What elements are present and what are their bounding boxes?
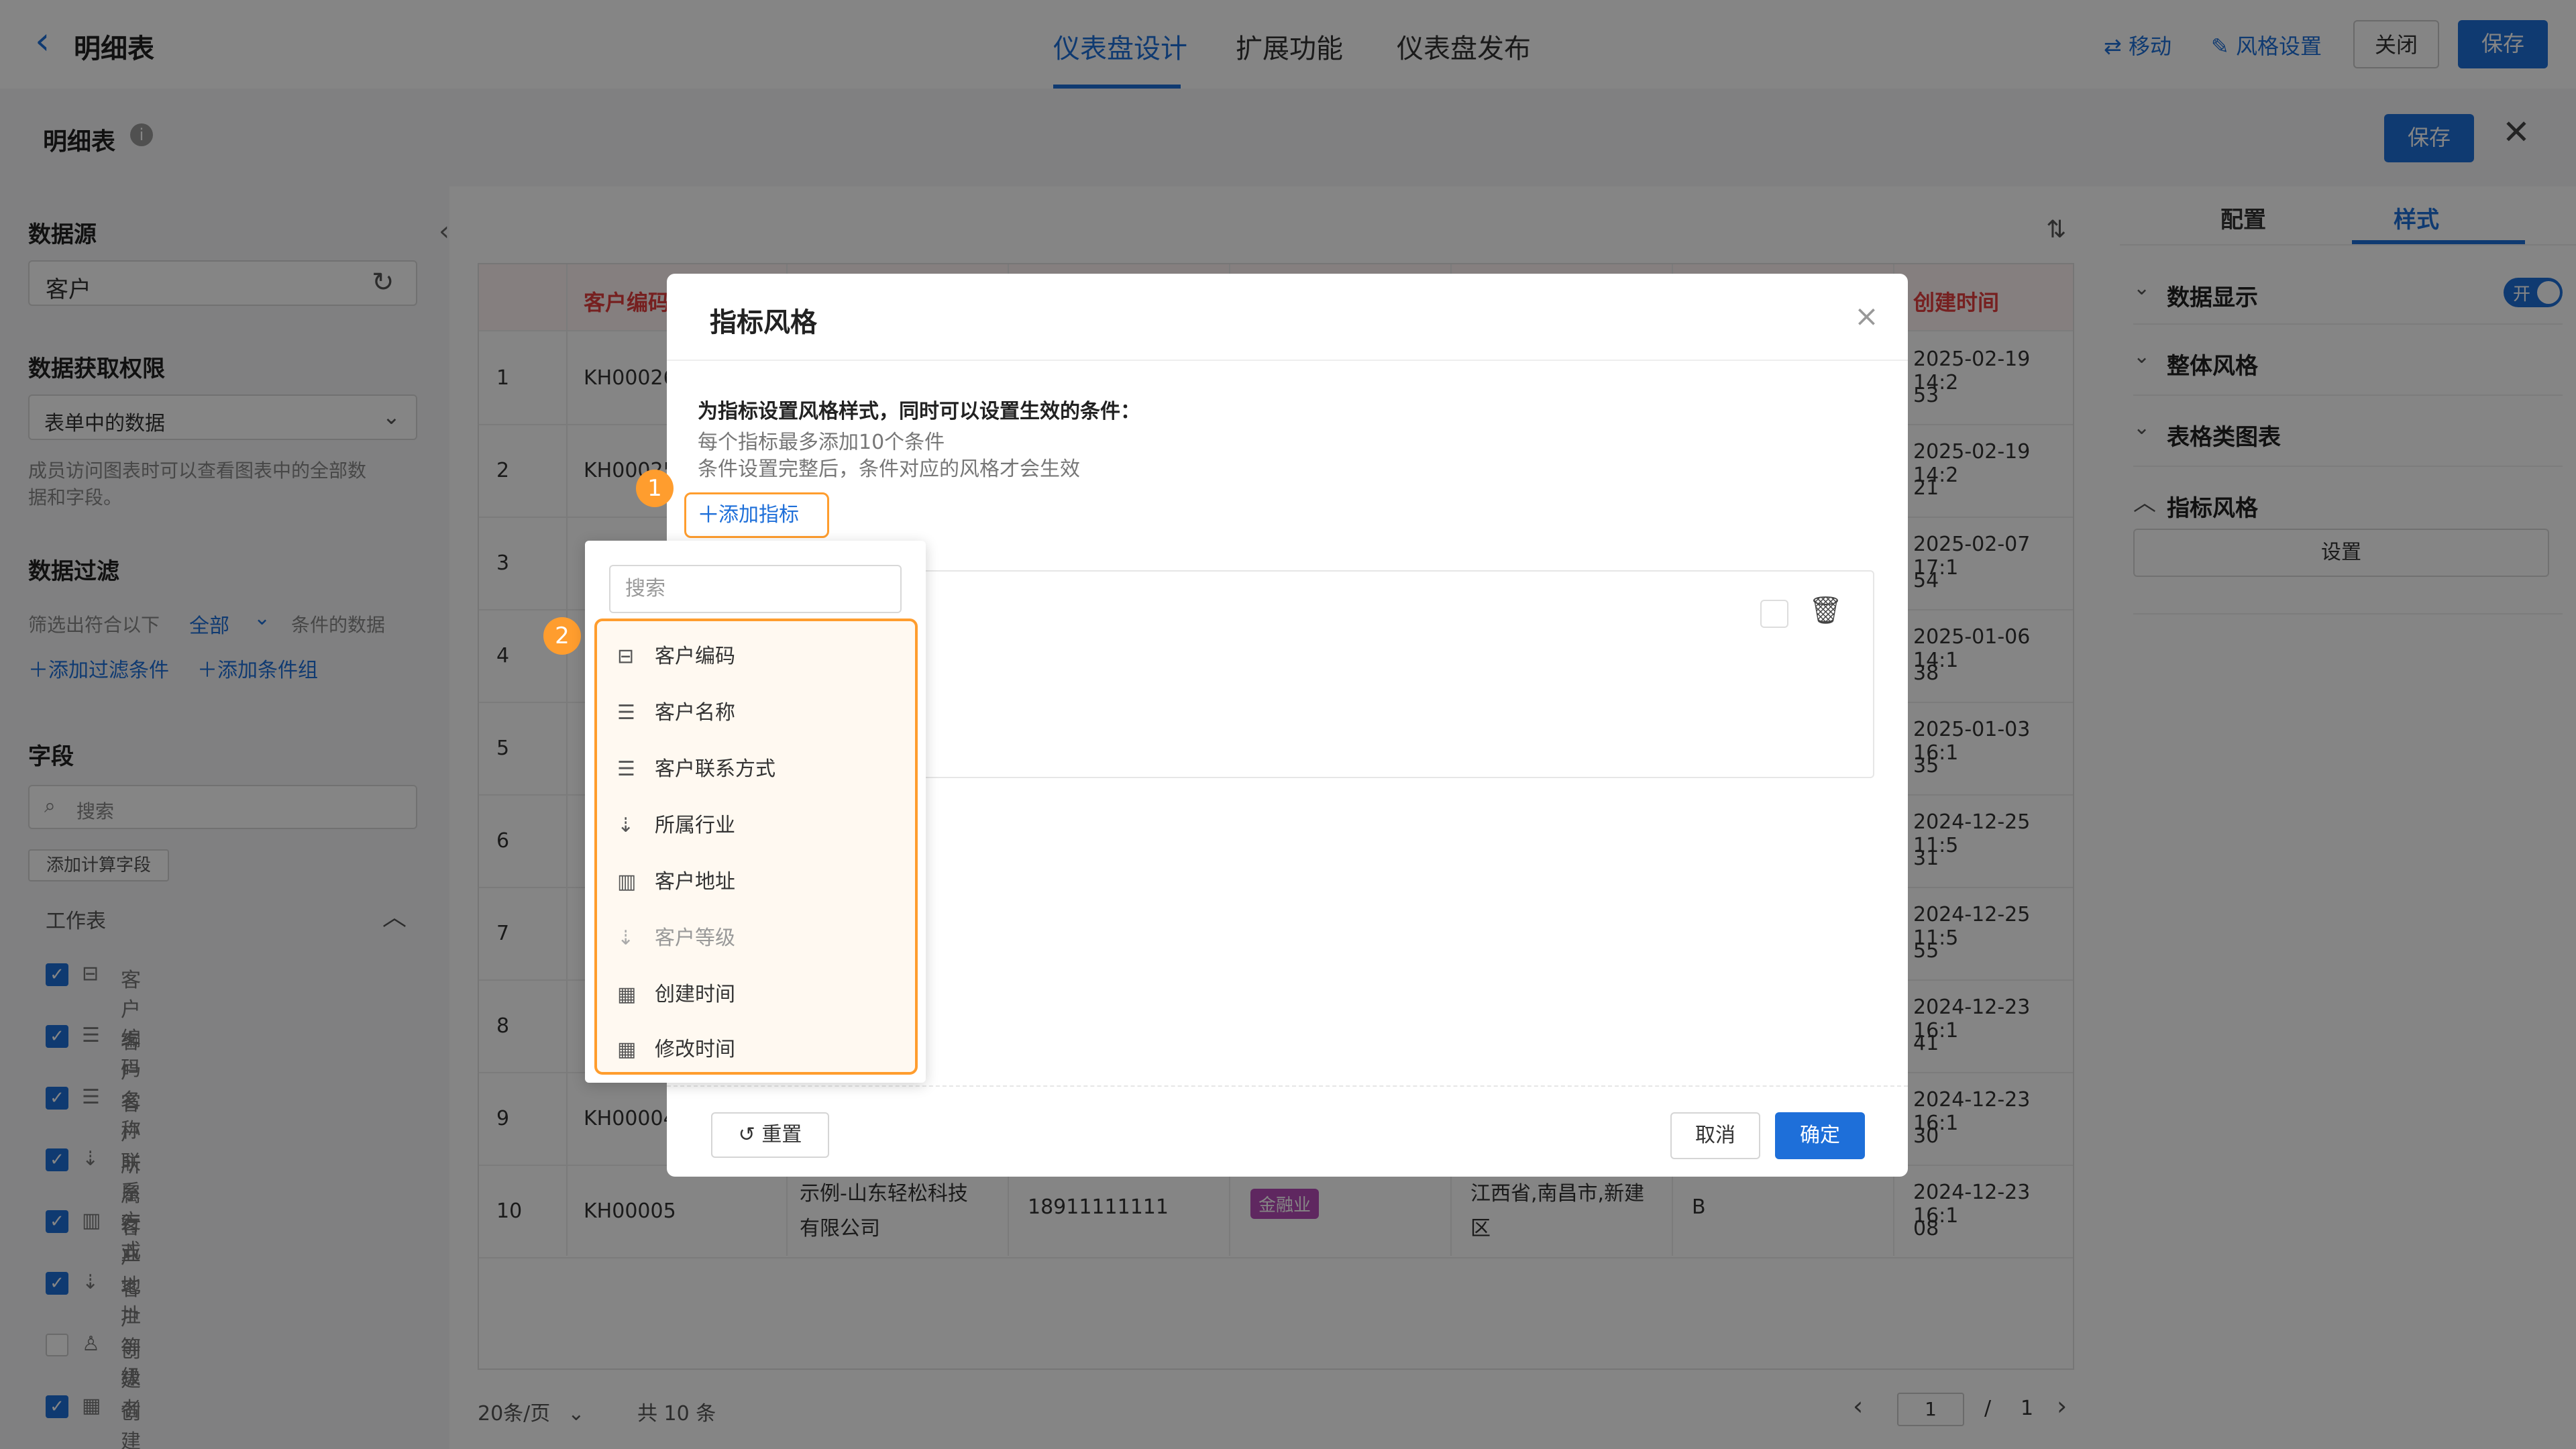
reset-icon: ↺ (738, 1123, 762, 1146)
dropdown-item[interactable]: ⊟ 客户编码 (597, 629, 915, 684)
confirm-button[interactable]: 确定 (1775, 1112, 1865, 1159)
text-field-icon: ⊟ (617, 645, 635, 668)
dialog-hint-2: 条件设置完整后，条件对应的风格才会生效 (698, 458, 1080, 481)
sort-list-icon: ⇣ (617, 926, 635, 950)
dropdown-item[interactable]: ☰ 客户名称 (597, 686, 915, 741)
lines-icon: ☰ (617, 701, 635, 724)
reset-button[interactable]: ↺ 重置 (711, 1112, 829, 1158)
dialog-title: 指标风格 (710, 307, 817, 338)
lines-icon: ☰ (617, 757, 635, 781)
step-badge-2: 2 (543, 617, 581, 655)
condition-checkbox[interactable] (1760, 600, 1788, 628)
close-icon[interactable]: × (1854, 299, 1879, 333)
cancel-button[interactable]: 取消 (1670, 1112, 1760, 1159)
dropdown-item[interactable]: ▦ 创建时间 (597, 967, 915, 1022)
building-icon: ▥ (617, 870, 637, 894)
dropdown-item[interactable]: ☰ 客户联系方式 (597, 742, 915, 797)
footer-divider (667, 1085, 1908, 1087)
sort-list-icon: ⇣ (617, 814, 635, 837)
metric-field-dropdown: 搜索 ⊟ 客户编码 ☰ 客户名称 ☰ 客户联系方式 ⇣ 所属行业 ▥ 客户地址 ⇣ 客户等级… (585, 541, 926, 1083)
trash-icon[interactable]: 🗑 (1809, 594, 1843, 626)
dropdown-item-disabled: ⇣ 客户等级 (597, 911, 915, 966)
dropdown-item[interactable]: ▦ 修改时间 (597, 1022, 915, 1077)
calendar-icon: ▦ (617, 1038, 637, 1061)
calendar-icon: ▦ (617, 983, 637, 1006)
dialog-hint-1: 每个指标最多添加10个条件 (698, 431, 945, 454)
plus-icon: ＋ (697, 502, 720, 529)
divider (667, 360, 1908, 361)
dropdown-item[interactable]: ⇣ 所属行业 (597, 798, 915, 853)
step-badge-1: 1 (636, 470, 674, 507)
add-metric-button[interactable]: ＋ 添加指标 (684, 492, 829, 538)
dropdown-field-list: ⊟ 客户编码 ☰ 客户名称 ☰ 客户联系方式 ⇣ 所属行业 ▥ 客户地址 ⇣ 客户等级 ▦ 创… (594, 619, 918, 1075)
dropdown-item[interactable]: ▥ 客户地址 (597, 855, 915, 910)
dropdown-search-input[interactable]: 搜索 (609, 565, 902, 613)
dialog-description: 为指标设置风格样式，同时可以设置生效的条件： (698, 400, 1140, 423)
